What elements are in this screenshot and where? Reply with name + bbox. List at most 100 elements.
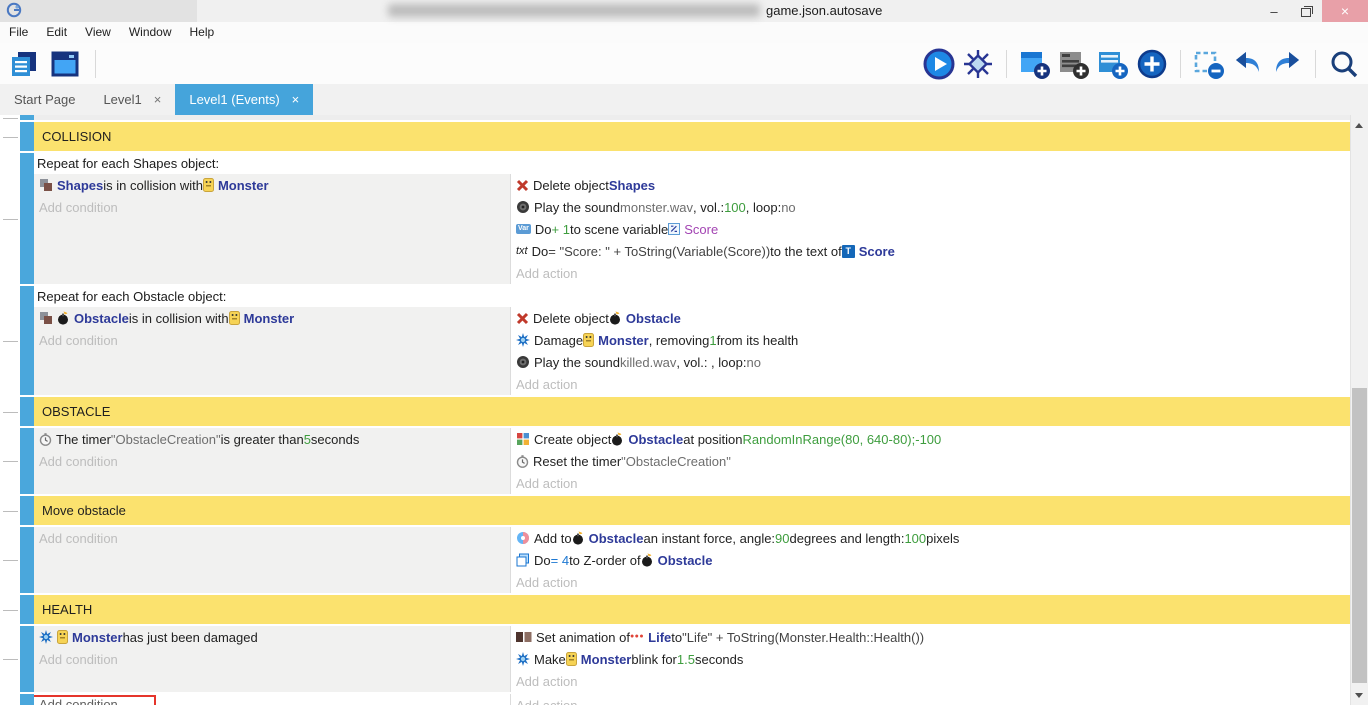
add-subevent-icon[interactable] (1097, 48, 1129, 80)
play-icon[interactable] (923, 48, 955, 80)
action-row[interactable]: Add action (511, 670, 1350, 692)
action-row[interactable]: Delete object Obstacle (511, 307, 1350, 329)
action-row[interactable]: Add action (511, 694, 1350, 705)
gutter-tick (3, 659, 18, 660)
text-segment: from its health (717, 333, 799, 348)
tab-level1-events[interactable]: Level1 (Events)× (175, 84, 313, 115)
event-drag-bar[interactable] (20, 496, 34, 525)
text-segment: Monster (218, 178, 269, 193)
comment-row[interactable]: COLLISION (34, 122, 1350, 151)
scrollbar-thumb[interactable] (1352, 388, 1367, 683)
action-row[interactable]: txtDo = "Score: " + ToString(Variable(Sc… (511, 240, 1350, 262)
action-row[interactable]: Set animation of ●●●Life to "Life" + ToS… (511, 626, 1350, 648)
action-row[interactable]: Do = 4 to Z-order of Obstacle (511, 549, 1350, 571)
scroll-down-icon[interactable] (1351, 687, 1367, 703)
comment-row[interactable]: OBSTACLE (34, 397, 1350, 426)
remove-event-icon[interactable] (1193, 48, 1225, 80)
condition-row[interactable]: Add condition (34, 527, 510, 549)
menu-window[interactable]: Window (120, 22, 181, 43)
action-placeholder[interactable]: Add action (516, 674, 577, 689)
project-manager-icon[interactable] (8, 48, 40, 80)
event-drag-bar[interactable] (20, 286, 34, 395)
menu-file[interactable]: File (0, 22, 37, 43)
condition-placeholder[interactable]: Add condition (39, 531, 118, 546)
minimize-button[interactable]: – (1258, 0, 1290, 22)
condition-placeholder[interactable]: Add condition (39, 333, 118, 348)
condition-row[interactable]: Add condition (34, 694, 510, 705)
event-drag-bar[interactable] (20, 694, 34, 705)
comment-row[interactable]: HEALTH (34, 595, 1350, 624)
action-row[interactable]: Reset the timer "ObstacleCreation" (511, 450, 1350, 472)
tab-close-icon[interactable]: × (154, 92, 162, 107)
undo-icon[interactable] (1232, 48, 1264, 80)
condition-row[interactable]: Add condition (34, 329, 510, 351)
menu-edit[interactable]: Edit (37, 22, 76, 43)
action-row[interactable]: Add action (511, 373, 1350, 395)
start-page-icon[interactable] (49, 48, 81, 80)
delete-icon (516, 312, 529, 325)
condition-placeholder[interactable]: Add condition (39, 200, 118, 215)
tab-level1[interactable]: Level1× (89, 84, 175, 115)
condition-row[interactable]: Shapes is in collision with Monster (34, 174, 510, 196)
add-comment-icon[interactable] (1058, 48, 1090, 80)
event-drag-bar[interactable] (20, 122, 34, 151)
menu-help[interactable]: Help (181, 22, 224, 43)
text-segment: Set animation of (536, 630, 630, 645)
condition-placeholder[interactable]: Add condition (39, 697, 118, 705)
condition-row[interactable]: Obstacle is in collision with Monster (34, 307, 510, 329)
add-event-icon[interactable] (1019, 48, 1051, 80)
condition-row[interactable]: Monster has just been damaged (34, 626, 510, 648)
event-drag-bar[interactable] (20, 115, 34, 120)
close-button[interactable]: × (1322, 0, 1368, 22)
action-row[interactable]: Add to Obstacle an instant force, angle:… (511, 527, 1350, 549)
event-drag-bar[interactable] (20, 527, 34, 593)
event-drag-bar[interactable] (20, 626, 34, 692)
action-row[interactable]: Damage Monster, removing 1 from its heal… (511, 329, 1350, 351)
condition-row[interactable]: Add condition (34, 196, 510, 218)
action-row[interactable]: Delete object Shapes (511, 174, 1350, 196)
condition-row[interactable]: Add condition (34, 450, 510, 472)
action-row[interactable]: Add action (511, 472, 1350, 494)
action-row[interactable]: Play the sound killed.wav, vol.: , loop:… (511, 351, 1350, 373)
event-body: Add condition Add action (34, 694, 1350, 705)
action-row[interactable]: Add action (511, 571, 1350, 593)
action-row[interactable]: VarDo + 1 to scene variable Score (511, 218, 1350, 240)
event-block: Add condition Add to Obstacle an instant … (20, 527, 1350, 593)
event-drag-bar[interactable] (20, 595, 34, 624)
event-drag-bar[interactable] (20, 397, 34, 426)
titlebar: game.json.autosave – × (0, 0, 1368, 22)
vertical-scrollbar[interactable] (1350, 115, 1368, 705)
condition-row[interactable]: Add condition (34, 648, 510, 670)
menu-view[interactable]: View (76, 22, 120, 43)
text-segment: Obstacle (658, 553, 713, 568)
event-drag-bar[interactable] (20, 428, 34, 494)
action-row[interactable]: Create object Obstacle at position Rando… (511, 428, 1350, 450)
redo-icon[interactable] (1271, 48, 1303, 80)
maximize-button[interactable] (1290, 0, 1322, 22)
action-placeholder[interactable]: Add action (516, 476, 577, 491)
scroll-up-icon[interactable] (1351, 117, 1367, 133)
text-segment: Obstacle (626, 311, 681, 326)
debug-icon[interactable] (962, 48, 994, 80)
action-placeholder[interactable]: Add action (516, 266, 577, 281)
condition-placeholder[interactable]: Add condition (39, 652, 118, 667)
action-row[interactable]: Add action (511, 262, 1350, 284)
tab-start-page[interactable]: Start Page (0, 84, 89, 115)
search-icon[interactable] (1328, 48, 1360, 80)
comment-row[interactable]: Move obstacle (34, 496, 1350, 525)
action-placeholder[interactable]: Add action (516, 575, 577, 590)
gutter-tick (3, 219, 18, 220)
condition-placeholder[interactable]: Add condition (39, 454, 118, 469)
action-row[interactable]: Play the sound monster.wav, vol.: 100, l… (511, 196, 1350, 218)
tab-close-icon[interactable]: × (292, 92, 300, 107)
text-segment: Make (534, 652, 566, 667)
event-repeat-header[interactable]: Repeat for each Obstacle object: (34, 286, 1350, 307)
action-placeholder[interactable]: Add action (516, 698, 577, 705)
bomb-icon (609, 311, 622, 325)
event-drag-bar[interactable] (20, 153, 34, 284)
event-repeat-header[interactable]: Repeat for each Shapes object: (34, 153, 1350, 174)
add-circle-icon[interactable] (1136, 48, 1168, 80)
action-placeholder[interactable]: Add action (516, 377, 577, 392)
action-row[interactable]: Make Monster blink for 1.5 seconds (511, 648, 1350, 670)
condition-row[interactable]: The timer "ObstacleCreation" is greater … (34, 428, 510, 450)
